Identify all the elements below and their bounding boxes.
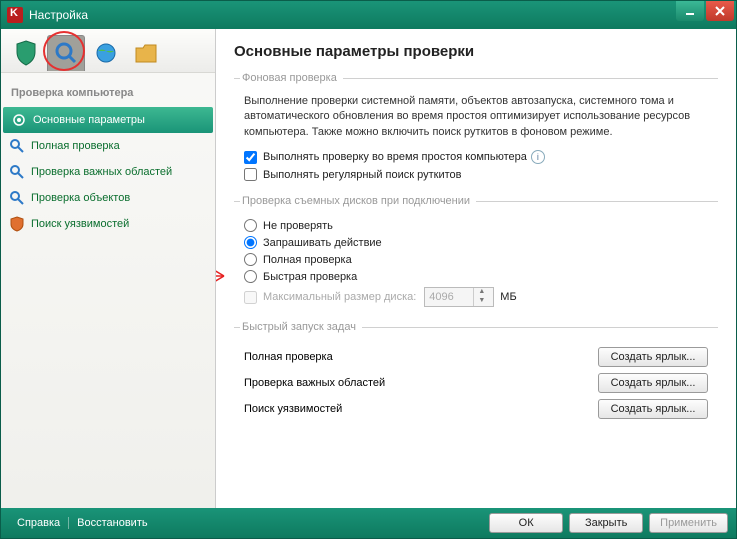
radio-ask-action[interactable] <box>244 236 257 249</box>
checkbox-max-disk-size <box>244 291 257 304</box>
quick-launch-label: Полная проверка <box>244 351 333 363</box>
shield-warn-icon <box>9 216 25 232</box>
app-icon <box>7 7 23 23</box>
sidebar-item-critical-areas[interactable]: Проверка важных областей <box>1 159 215 185</box>
checkbox-label[interactable]: Выполнять регулярный поиск руткитов <box>263 169 461 181</box>
globe-icon <box>94 41 118 65</box>
spin-up: ▲ <box>474 288 489 297</box>
sidebar: Проверка компьютера Основные параметры П… <box>1 29 216 508</box>
max-size-input <box>425 291 473 303</box>
sidebar-item-label: Проверка объектов <box>31 192 130 204</box>
sidebar-item-label: Основные параметры <box>33 114 145 126</box>
titlebar[interactable]: Настройка <box>1 1 736 29</box>
restore-link[interactable]: Восстановить <box>68 517 155 529</box>
checkbox-label[interactable]: Выполнять проверку во время простоя комп… <box>263 151 527 163</box>
settings-window: Настройка <box>0 0 737 539</box>
size-unit: МБ <box>500 291 516 303</box>
radio-label[interactable]: Быстрая проверка <box>263 271 357 283</box>
checkbox-rootkit-scan[interactable] <box>244 168 257 181</box>
group-background-scan: Фоновая проверка Выполнение проверки сис… <box>234 72 718 185</box>
gear-icon <box>11 112 27 128</box>
max-size-spinbox: ▲▼ <box>424 287 494 307</box>
sidebar-item-label: Поиск уязвимостей <box>31 218 129 230</box>
folder-icon <box>134 42 158 64</box>
magnifier-icon <box>9 190 25 206</box>
sidebar-item-general[interactable]: Основные параметры <box>3 107 213 133</box>
checkbox-label: Максимальный размер диска: <box>263 291 416 303</box>
close-button-footer[interactable]: Закрыть <box>569 513 643 533</box>
minimize-button[interactable] <box>676 1 704 21</box>
spin-down: ▼ <box>474 297 489 306</box>
close-button[interactable] <box>706 1 734 21</box>
tab-scan[interactable] <box>47 35 85 71</box>
content-pane: Основные параметры проверки Фоновая пров… <box>216 29 736 508</box>
radio-do-not-scan[interactable] <box>244 219 257 232</box>
group-removable-drives: Проверка съемных дисков при подключении … <box>234 195 718 311</box>
window-title: Настройка <box>29 8 88 22</box>
tab-update[interactable] <box>87 35 125 71</box>
sidebar-item-label: Проверка важных областей <box>31 166 172 178</box>
group-quick-launch: Быстрый запуск задач Полная проверка Соз… <box>234 321 718 425</box>
ok-button[interactable]: ОК <box>489 513 563 533</box>
radio-label[interactable]: Не проверять <box>263 220 333 232</box>
help-link[interactable]: Справка <box>9 517 68 529</box>
page-heading: Основные параметры проверки <box>234 43 718 60</box>
magnifier-icon <box>9 164 25 180</box>
quick-launch-label: Поиск уязвимостей <box>244 403 342 415</box>
sidebar-item-vulnerability[interactable]: Поиск уязвимостей <box>1 211 215 237</box>
quick-launch-label: Проверка важных областей <box>244 377 385 389</box>
info-icon[interactable]: i <box>531 150 545 164</box>
sidebar-item-full-scan[interactable]: Полная проверка <box>1 133 215 159</box>
radio-quick-scan[interactable] <box>244 270 257 283</box>
annotation-arrow <box>216 261 236 291</box>
footer: Справка Восстановить ОК Закрыть Применит… <box>1 508 736 538</box>
create-shortcut-button[interactable]: Создать ярлык... <box>598 347 708 367</box>
magnifier-icon <box>54 41 78 65</box>
magnifier-icon <box>9 138 25 154</box>
tab-general[interactable] <box>127 35 165 71</box>
shield-icon <box>15 40 37 66</box>
apply-button[interactable]: Применить <box>649 513 728 533</box>
sidebar-item-label: Полная проверка <box>31 140 120 152</box>
group-legend: Проверка съемных дисков при подключении <box>240 195 476 207</box>
sidebar-item-object-scan[interactable]: Проверка объектов <box>1 185 215 211</box>
radio-full-scan[interactable] <box>244 253 257 266</box>
create-shortcut-button[interactable]: Создать ярлык... <box>598 399 708 419</box>
radio-label[interactable]: Полная проверка <box>263 254 352 266</box>
checkbox-idle-scan[interactable] <box>244 151 257 164</box>
tab-protection[interactable] <box>7 35 45 71</box>
sidebar-category-title: Проверка компьютера <box>1 73 215 107</box>
radio-label[interactable]: Запрашивать действие <box>263 237 382 249</box>
create-shortcut-button[interactable]: Создать ярлык... <box>598 373 708 393</box>
group-legend: Фоновая проверка <box>240 72 343 84</box>
group-legend: Быстрый запуск задач <box>240 321 362 333</box>
group-description: Выполнение проверки системной памяти, об… <box>244 94 708 140</box>
